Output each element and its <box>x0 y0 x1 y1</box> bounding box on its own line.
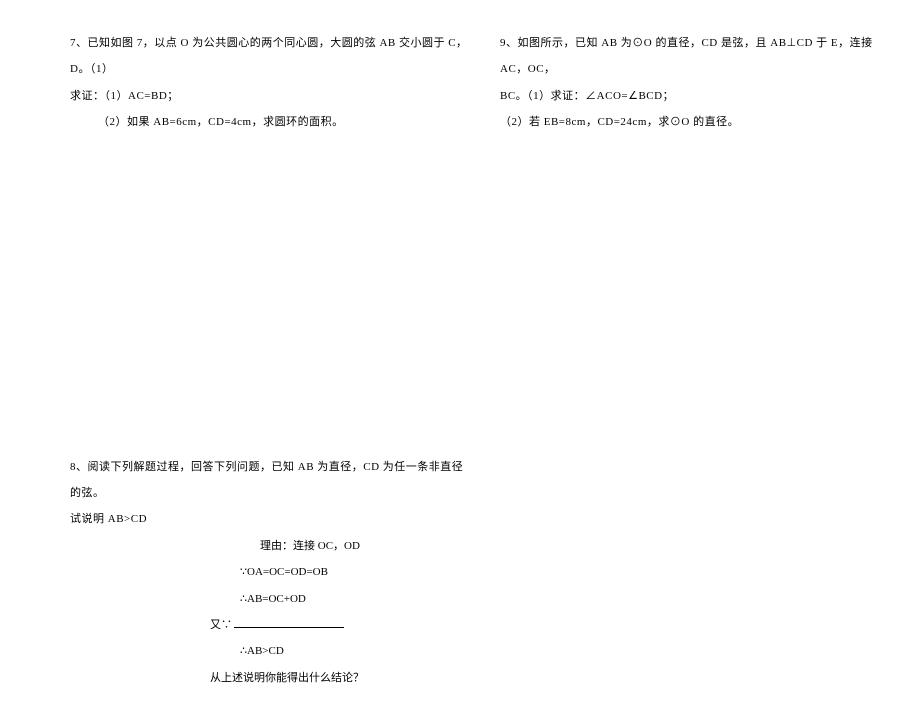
left-column: 7、已知如图 7，以点 O 为公共圆心的两个同心圆，大圆的弦 AB 交小圆于 C… <box>70 30 470 691</box>
q8-line2: 试说明 AB>CD <box>70 506 470 532</box>
vertical-spacer <box>70 136 470 454</box>
q8-reason-blank-row: 又∵ <box>70 612 470 638</box>
q8-reason-therefore2: ∴AB>CD <box>70 638 470 664</box>
q8-line1: 8、阅读下列解题过程，回答下列问题，已知 AB 为直径，CD 为任一条非直径的弦… <box>70 454 470 507</box>
q8-blank-prefix: 又∵ <box>210 619 232 631</box>
q8-reason-connect: 理由：连接 OC，OD <box>70 533 470 559</box>
q8-reason-therefore1: ∴AB=OC+OD <box>70 586 470 612</box>
q9-line1: 9、如图所示，已知 AB 为⊙O 的直径，CD 是弦，且 AB⊥CD 于 E，连… <box>500 30 900 83</box>
q8-reason-because: ∵OA=OC=OD=OB <box>70 559 470 585</box>
q7-line1: 7、已知如图 7，以点 O 为公共圆心的两个同心圆，大圆的弦 AB 交小圆于 C… <box>70 30 470 83</box>
fill-in-blank[interactable] <box>234 627 344 628</box>
q7-line2: 求证：（1）AC=BD； <box>70 83 470 109</box>
q8-conclusion-question: 从上述说明你能得出什么结论？ <box>70 665 470 691</box>
q7-line3: （2）如果 AB=6cm，CD=4cm，求圆环的面积。 <box>70 109 470 135</box>
q9-line3: （2）若 EB=8cm，CD=24cm，求⊙O 的直径。 <box>500 109 900 135</box>
right-column: 9、如图所示，已知 AB 为⊙O 的直径，CD 是弦，且 AB⊥CD 于 E，连… <box>500 30 900 691</box>
q9-line2: BC。（1）求证：∠ACO=∠BCD； <box>500 83 900 109</box>
page-container: 7、已知如图 7，以点 O 为公共圆心的两个同心圆，大圆的弦 AB 交小圆于 C… <box>0 0 920 711</box>
